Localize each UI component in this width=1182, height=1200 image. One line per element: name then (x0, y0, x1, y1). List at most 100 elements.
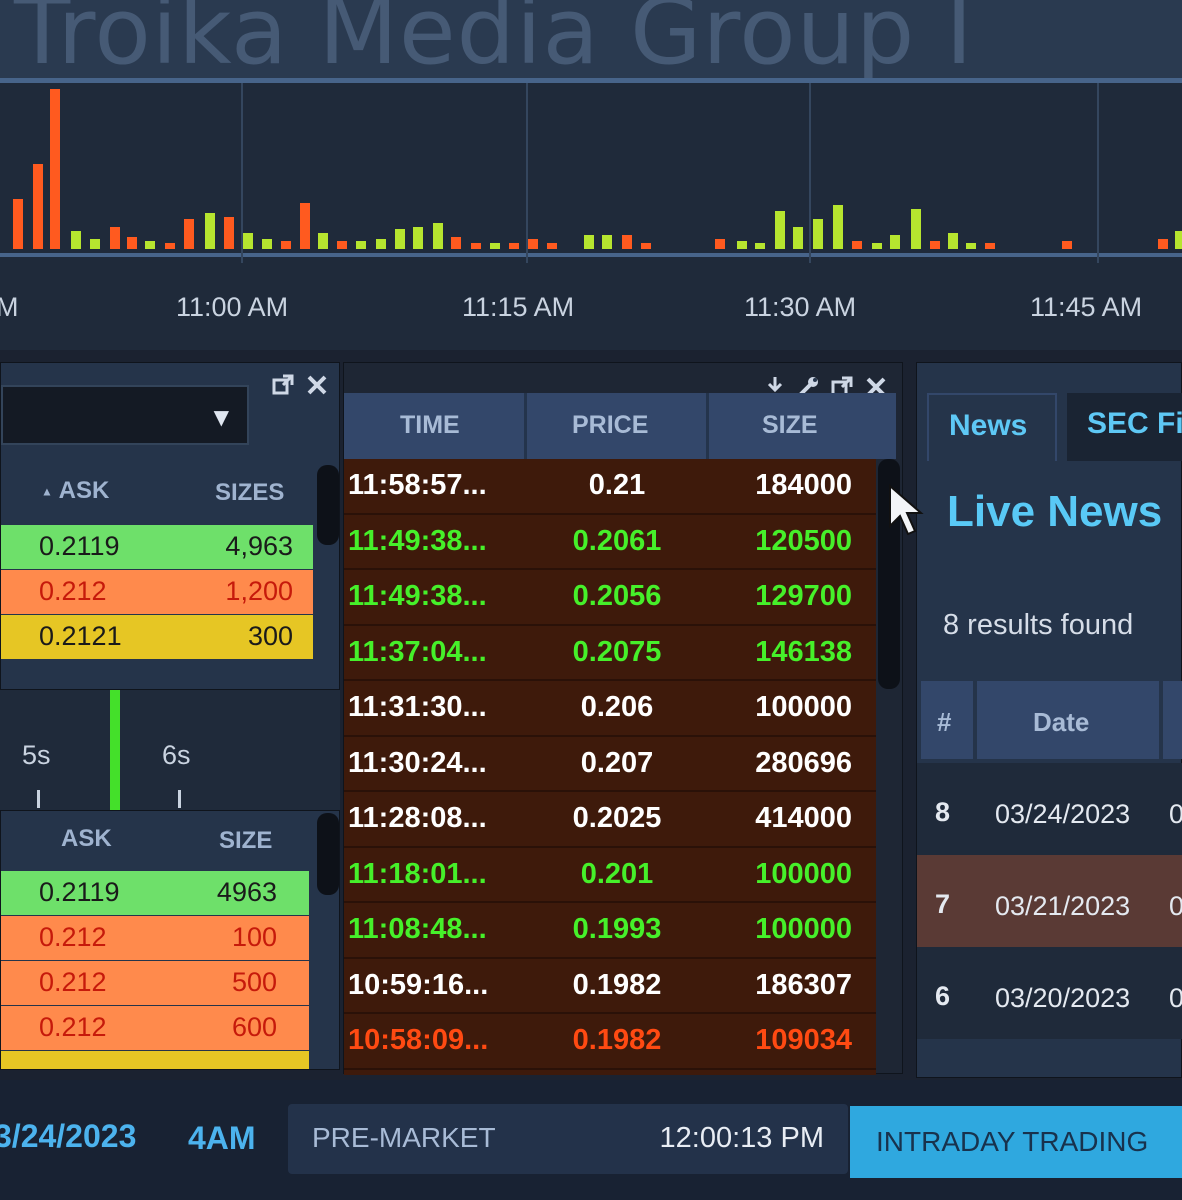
column-separator[interactable] (524, 393, 527, 459)
price-chart-strip[interactable]: Troika Media Group I (0, 0, 1182, 85)
trade-price: 0.2061 (572, 524, 662, 557)
level2-row[interactable]: 0.212 1,200 (1, 570, 313, 614)
trade-time: 11:49:38... (348, 580, 487, 612)
trade-time: 11:18:01... (348, 857, 487, 890)
trade-row[interactable]: 11:49:38... 0.2056 129700 (344, 570, 876, 626)
volume-bar (1175, 231, 1182, 249)
news-number: 6 (935, 981, 951, 1011)
session-start-label: 4AM (188, 1120, 256, 1156)
size-column-header[interactable]: SIZE (219, 827, 272, 855)
news-date: 03/24/2023 (995, 799, 1131, 829)
volume-bar (528, 239, 538, 249)
trade-size: 129700 (755, 580, 852, 612)
volume-bar (395, 229, 405, 249)
volume-bar (966, 243, 976, 249)
intraday-segment[interactable]: INTRADAY TRADING (850, 1106, 1182, 1178)
ask-panel: ASK SIZE 0.2119 4963 0.212 100 0.212 500 0.… (0, 810, 340, 1070)
ask-price: 0.212 (39, 576, 107, 606)
trade-size: 109034 (755, 1024, 852, 1056)
market-clock: 12:00:13 PM (659, 1122, 824, 1154)
trade-time: 11:30:24... (348, 746, 487, 779)
volume-chart[interactable]: Troika Media Group I M 11:00 AM 11:15 AM… (0, 0, 1182, 350)
tab-sec-filings[interactable]: SEC Fi (1067, 393, 1182, 461)
volume-bar (948, 233, 958, 249)
ask-column-header[interactable]: ASK (61, 825, 112, 853)
num-column-header[interactable]: # (921, 681, 973, 759)
size-column-header[interactable]: SIZE (762, 411, 818, 440)
trade-size: 100000 (755, 857, 852, 890)
trade-row[interactable]: 11:08:48... 0.1993 100000 (344, 903, 876, 959)
symbol-select[interactable]: ▼ (1, 385, 249, 445)
ask-size: 4,963 (225, 531, 293, 561)
ask-size: 4963 (216, 877, 277, 907)
volume-bar (911, 209, 921, 249)
trade-row[interactable]: 11:18:01... 0.201 100000 (344, 848, 876, 903)
symbol-watermark: Troika Media Group I (14, 0, 974, 85)
trade-row[interactable]: 11:58:57... 0.21 184000 (344, 459, 876, 515)
time-tick-label: 11:30 AM (744, 292, 857, 322)
tick-mark (37, 790, 40, 808)
ask-row-partial[interactable] (1, 1051, 309, 1069)
trade-price: 0.2025 (572, 802, 662, 834)
price-column-header[interactable]: PRICE (572, 411, 648, 440)
level2-row[interactable]: 0.2119 4,963 (1, 525, 313, 569)
timer-label: 6s (162, 740, 191, 770)
volume-bar (1158, 239, 1168, 249)
news-row[interactable]: 6 03/20/2023 0 (917, 947, 1182, 1039)
panel-title: Live News (947, 487, 1163, 536)
news-row[interactable]: 7 03/21/2023 0 (917, 855, 1182, 947)
volume-bar (127, 237, 137, 249)
column-header[interactable] (1163, 681, 1182, 759)
column-separator[interactable] (706, 393, 709, 459)
popout-icon[interactable] (271, 373, 295, 403)
ask-row[interactable]: 0.212 600 (1, 1006, 309, 1050)
time-column-header[interactable]: TIME (400, 411, 460, 440)
ask-row[interactable]: 0.212 500 (1, 961, 309, 1005)
trade-price: 0.1982 (572, 968, 662, 1001)
trade-size: 184000 (755, 469, 852, 501)
volume-bar (356, 241, 366, 249)
trade-row[interactable]: 10:58:09... 0.1982 109034 (344, 1014, 876, 1070)
news-date: 03/21/2023 (995, 891, 1131, 921)
level2-row[interactable]: 0.2121 300 (1, 615, 313, 659)
trade-size: 280696 (755, 746, 852, 779)
ask-size: 600 (231, 1012, 277, 1042)
trade-price: 0.21 (588, 469, 646, 501)
volume-bar (930, 241, 940, 249)
scrollbar[interactable] (317, 465, 339, 545)
volume-bar (985, 243, 995, 249)
ask-price: 0.2121 (39, 621, 122, 651)
trade-time: 11:58:57... (348, 469, 487, 501)
volume-bar (490, 243, 500, 249)
level2-panel: ▼ ▲ ASK SIZES 0.2119 4,963 0.212 1,200 0.2… (0, 362, 340, 690)
date-column-header[interactable]: Date (977, 681, 1159, 759)
ask-column-header[interactable]: ▲ ASK (41, 477, 109, 505)
volume-bar (755, 243, 765, 249)
trade-size: 100000 (755, 913, 852, 945)
time-tick-label: 11:45 AM (1030, 292, 1143, 322)
volume-bar (775, 211, 785, 249)
ask-row[interactable]: 0.212 100 (1, 916, 309, 960)
time-tick-label: M (0, 292, 19, 322)
trade-row[interactable]: 11:49:38... 0.2061 120500 (344, 515, 876, 570)
volume-bar (737, 241, 747, 249)
trade-row[interactable]: 11:30:24... 0.207 280696 (344, 737, 876, 792)
volume-bar (318, 233, 328, 249)
trade-row[interactable]: 11:28:08... 0.2025 414000 (344, 792, 876, 848)
trade-price: 0.2075 (572, 635, 662, 668)
status-date: 3/24/2023 (0, 1118, 137, 1154)
ask-price: 0.212 (39, 1012, 107, 1042)
scrollbar[interactable] (317, 813, 339, 895)
trade-row[interactable]: 10:59:16... 0.1982 186307 (344, 959, 876, 1014)
news-row[interactable]: 8 03/24/2023 0 (917, 763, 1182, 855)
tab-news[interactable]: News (927, 393, 1057, 461)
volume-bar (793, 227, 803, 249)
volume-bar (833, 205, 843, 249)
close-icon[interactable] (305, 373, 329, 403)
ask-row[interactable]: 0.2119 4963 (1, 871, 309, 915)
sizes-column-header[interactable]: SIZES (215, 479, 284, 507)
trade-row[interactable]: 11:37:04... 0.2075 146138 (344, 626, 876, 681)
trade-row[interactable]: 11:31:30... 0.206 100000 (344, 681, 876, 737)
premarket-segment[interactable]: PRE-MARKET 12:00:13 PM (288, 1104, 848, 1174)
ask-price: 0.2119 (39, 877, 120, 907)
